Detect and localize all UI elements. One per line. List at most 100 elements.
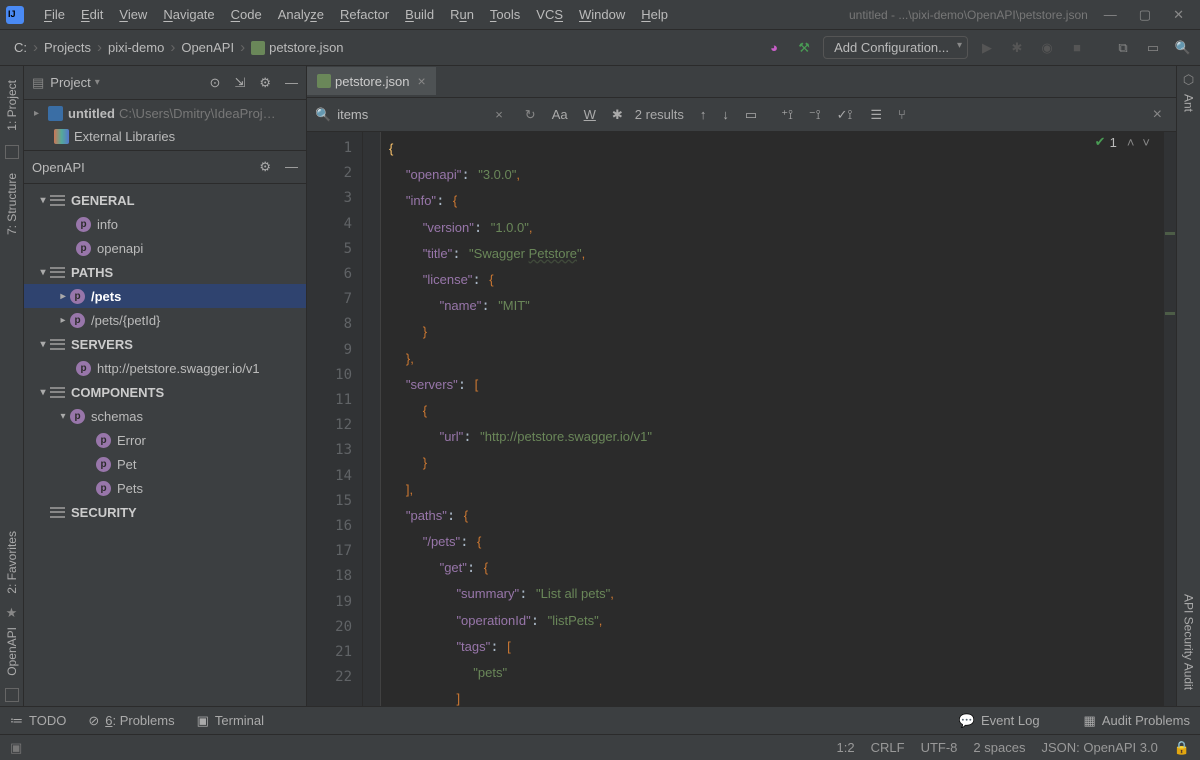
- status-widget-icon[interactable]: ▣: [10, 740, 22, 756]
- menu-view[interactable]: View: [111, 4, 155, 25]
- minimize-icon[interactable]: —: [1104, 7, 1117, 23]
- prev-match-icon[interactable]: ↑: [700, 107, 707, 122]
- fold-gutter[interactable]: [363, 132, 381, 706]
- whole-word-icon[interactable]: W: [584, 107, 596, 122]
- filter-funnel-icon[interactable]: ⑂: [898, 107, 906, 122]
- debug-icon[interactable]: ✱: [1006, 37, 1028, 59]
- breadcrumb-item[interactable]: Projects: [44, 40, 91, 55]
- line-separator[interactable]: CRLF: [871, 740, 905, 756]
- json-file-icon: [317, 74, 331, 88]
- close-tab-icon[interactable]: ×: [417, 73, 425, 89]
- section-components[interactable]: ▾ COMPONENTS: [24, 380, 306, 404]
- terminal-tool[interactable]: ▣Terminal: [197, 713, 264, 729]
- event-log-tool[interactable]: 💬Event Log: [959, 713, 1040, 729]
- openapi-item-pets2[interactable]: p Pets: [24, 476, 306, 500]
- openapi-item-error[interactable]: p Error: [24, 428, 306, 452]
- close-find-icon[interactable]: ×: [1153, 106, 1168, 124]
- editor-scrollbar[interactable]: [1164, 132, 1176, 706]
- item-label: Error: [117, 433, 146, 448]
- openapi-item-server1[interactable]: p http://petstore.swagger.io/v1: [24, 356, 306, 380]
- problems-tool[interactable]: ⊘6: Problems: [88, 713, 174, 729]
- run-configuration-dropdown[interactable]: Add Configuration...: [823, 36, 968, 59]
- openapi-item-pets[interactable]: ▸ p /pets: [24, 284, 306, 308]
- rc-icon[interactable]: ◕: [763, 37, 785, 59]
- section-label: SECURITY: [71, 505, 137, 520]
- section-label: COMPONENTS: [71, 385, 164, 400]
- external-libraries-label: External Libraries: [74, 129, 175, 144]
- section-security[interactable]: SECURITY: [24, 500, 306, 524]
- filter-bars-icon[interactable]: ☰: [870, 107, 882, 123]
- cursor-position[interactable]: 1:2: [837, 740, 855, 756]
- close-icon[interactable]: ✕: [1173, 7, 1184, 23]
- hammer-icon[interactable]: ⚒: [793, 37, 815, 59]
- openapi-item-petid[interactable]: ▸ p /pets/{petId}: [24, 308, 306, 332]
- git-icon[interactable]: ⧉: [1112, 37, 1134, 59]
- find-input[interactable]: [337, 107, 517, 122]
- gear-icon[interactable]: ⚙: [259, 75, 271, 91]
- hide-icon[interactable]: —: [285, 159, 298, 175]
- openapi-item-schemas[interactable]: ▾ p schemas: [24, 404, 306, 428]
- item-label: /pets: [91, 289, 121, 304]
- search-everywhere-icon[interactable]: 🔍: [1172, 37, 1194, 59]
- select-all-icon[interactable]: ▭: [745, 107, 757, 123]
- encoding[interactable]: UTF-8: [921, 740, 958, 756]
- module-icon[interactable]: ▭: [1142, 37, 1164, 59]
- hide-icon[interactable]: —: [285, 75, 298, 91]
- section-paths[interactable]: ▾ PATHS: [24, 260, 306, 284]
- ant-tool-tab[interactable]: Ant: [1180, 88, 1198, 118]
- section-general[interactable]: ▾ GENERAL: [24, 188, 306, 212]
- inspection-status[interactable]: ✔ 1 ˄ ˅: [1095, 134, 1150, 150]
- gear-icon[interactable]: ⚙: [259, 159, 271, 175]
- menu-vcs[interactable]: VCS: [528, 4, 571, 25]
- breadcrumb-item[interactable]: OpenAPI: [181, 40, 234, 55]
- openapi-tool-tab[interactable]: OpenAPI: [3, 621, 21, 682]
- breadcrumb-item[interactable]: petstore.json: [269, 40, 343, 55]
- menu-build[interactable]: Build: [397, 4, 442, 25]
- menu-window[interactable]: Window: [571, 4, 633, 25]
- menu-code[interactable]: Code: [223, 4, 270, 25]
- breadcrumb-item[interactable]: pixi-demo: [108, 40, 164, 55]
- code-editor[interactable]: { "openapi": "3.0.0", "info": { "version…: [381, 132, 1176, 706]
- add-selection-icon[interactable]: ⁺⟟: [781, 107, 793, 123]
- external-libraries-row[interactable]: External Libraries: [24, 125, 306, 148]
- stop-icon[interactable]: ■: [1066, 37, 1088, 59]
- indent[interactable]: 2 spaces: [973, 740, 1025, 756]
- menu-file[interactable]: File: [36, 4, 73, 25]
- openapi-item-pet[interactable]: p Pet: [24, 452, 306, 476]
- menu-edit[interactable]: Edit: [73, 4, 111, 25]
- favorites-tool-tab[interactable]: 2: Favorites: [3, 525, 21, 600]
- maximize-icon[interactable]: ▢: [1139, 7, 1151, 23]
- project-tool-tab[interactable]: 1: Project: [3, 74, 21, 137]
- menu-analyze[interactable]: Analyze: [270, 4, 332, 25]
- history-icon[interactable]: ↻: [525, 107, 536, 123]
- project-root-row[interactable]: ▸ untitled C:\Users\Dmitry\IdeaProj…: [24, 102, 306, 125]
- editor-tab[interactable]: petstore.json ×: [307, 67, 436, 97]
- regex-icon[interactable]: ✱: [612, 107, 623, 123]
- menu-refactor[interactable]: Refactor: [332, 4, 397, 25]
- run-icon[interactable]: ▶: [976, 37, 998, 59]
- clear-find-icon[interactable]: ×: [495, 107, 503, 122]
- menu-help[interactable]: Help: [633, 4, 676, 25]
- locate-icon[interactable]: ⊙: [210, 75, 221, 91]
- audit-problems-tool[interactable]: ▦Audit Problems: [1084, 713, 1190, 729]
- project-panel-title[interactable]: Project: [50, 75, 90, 90]
- menu-run[interactable]: Run: [442, 4, 482, 25]
- menu-tools[interactable]: Tools: [482, 4, 528, 25]
- section-servers[interactable]: ▾ SERVERS: [24, 332, 306, 356]
- breadcrumb-root[interactable]: C:: [14, 40, 27, 55]
- language-schema[interactable]: JSON: OpenAPI 3.0: [1041, 740, 1157, 756]
- security-audit-tab[interactable]: API Security Audit: [1180, 588, 1198, 696]
- match-case-icon[interactable]: Aa: [552, 107, 568, 122]
- lock-icon[interactable]: 🔒: [1174, 740, 1190, 756]
- structure-tool-tab[interactable]: 7: Structure: [3, 167, 21, 241]
- menu-navigate[interactable]: Navigate: [155, 4, 222, 25]
- todo-tool[interactable]: ≔TODO: [10, 713, 66, 729]
- openapi-item-info[interactable]: p info: [24, 212, 306, 236]
- all-selection-icon[interactable]: ✓⟟: [837, 107, 853, 123]
- next-match-icon[interactable]: ↓: [722, 107, 729, 122]
- openapi-item-openapi[interactable]: p openapi: [24, 236, 306, 260]
- expand-icon[interactable]: ⇲: [234, 75, 245, 91]
- remove-selection-icon[interactable]: ⁻⟟: [809, 107, 821, 123]
- breadcrumb[interactable]: C: › Projects › pixi-demo › OpenAPI › pe…: [0, 39, 348, 56]
- coverage-icon[interactable]: ◉: [1036, 37, 1058, 59]
